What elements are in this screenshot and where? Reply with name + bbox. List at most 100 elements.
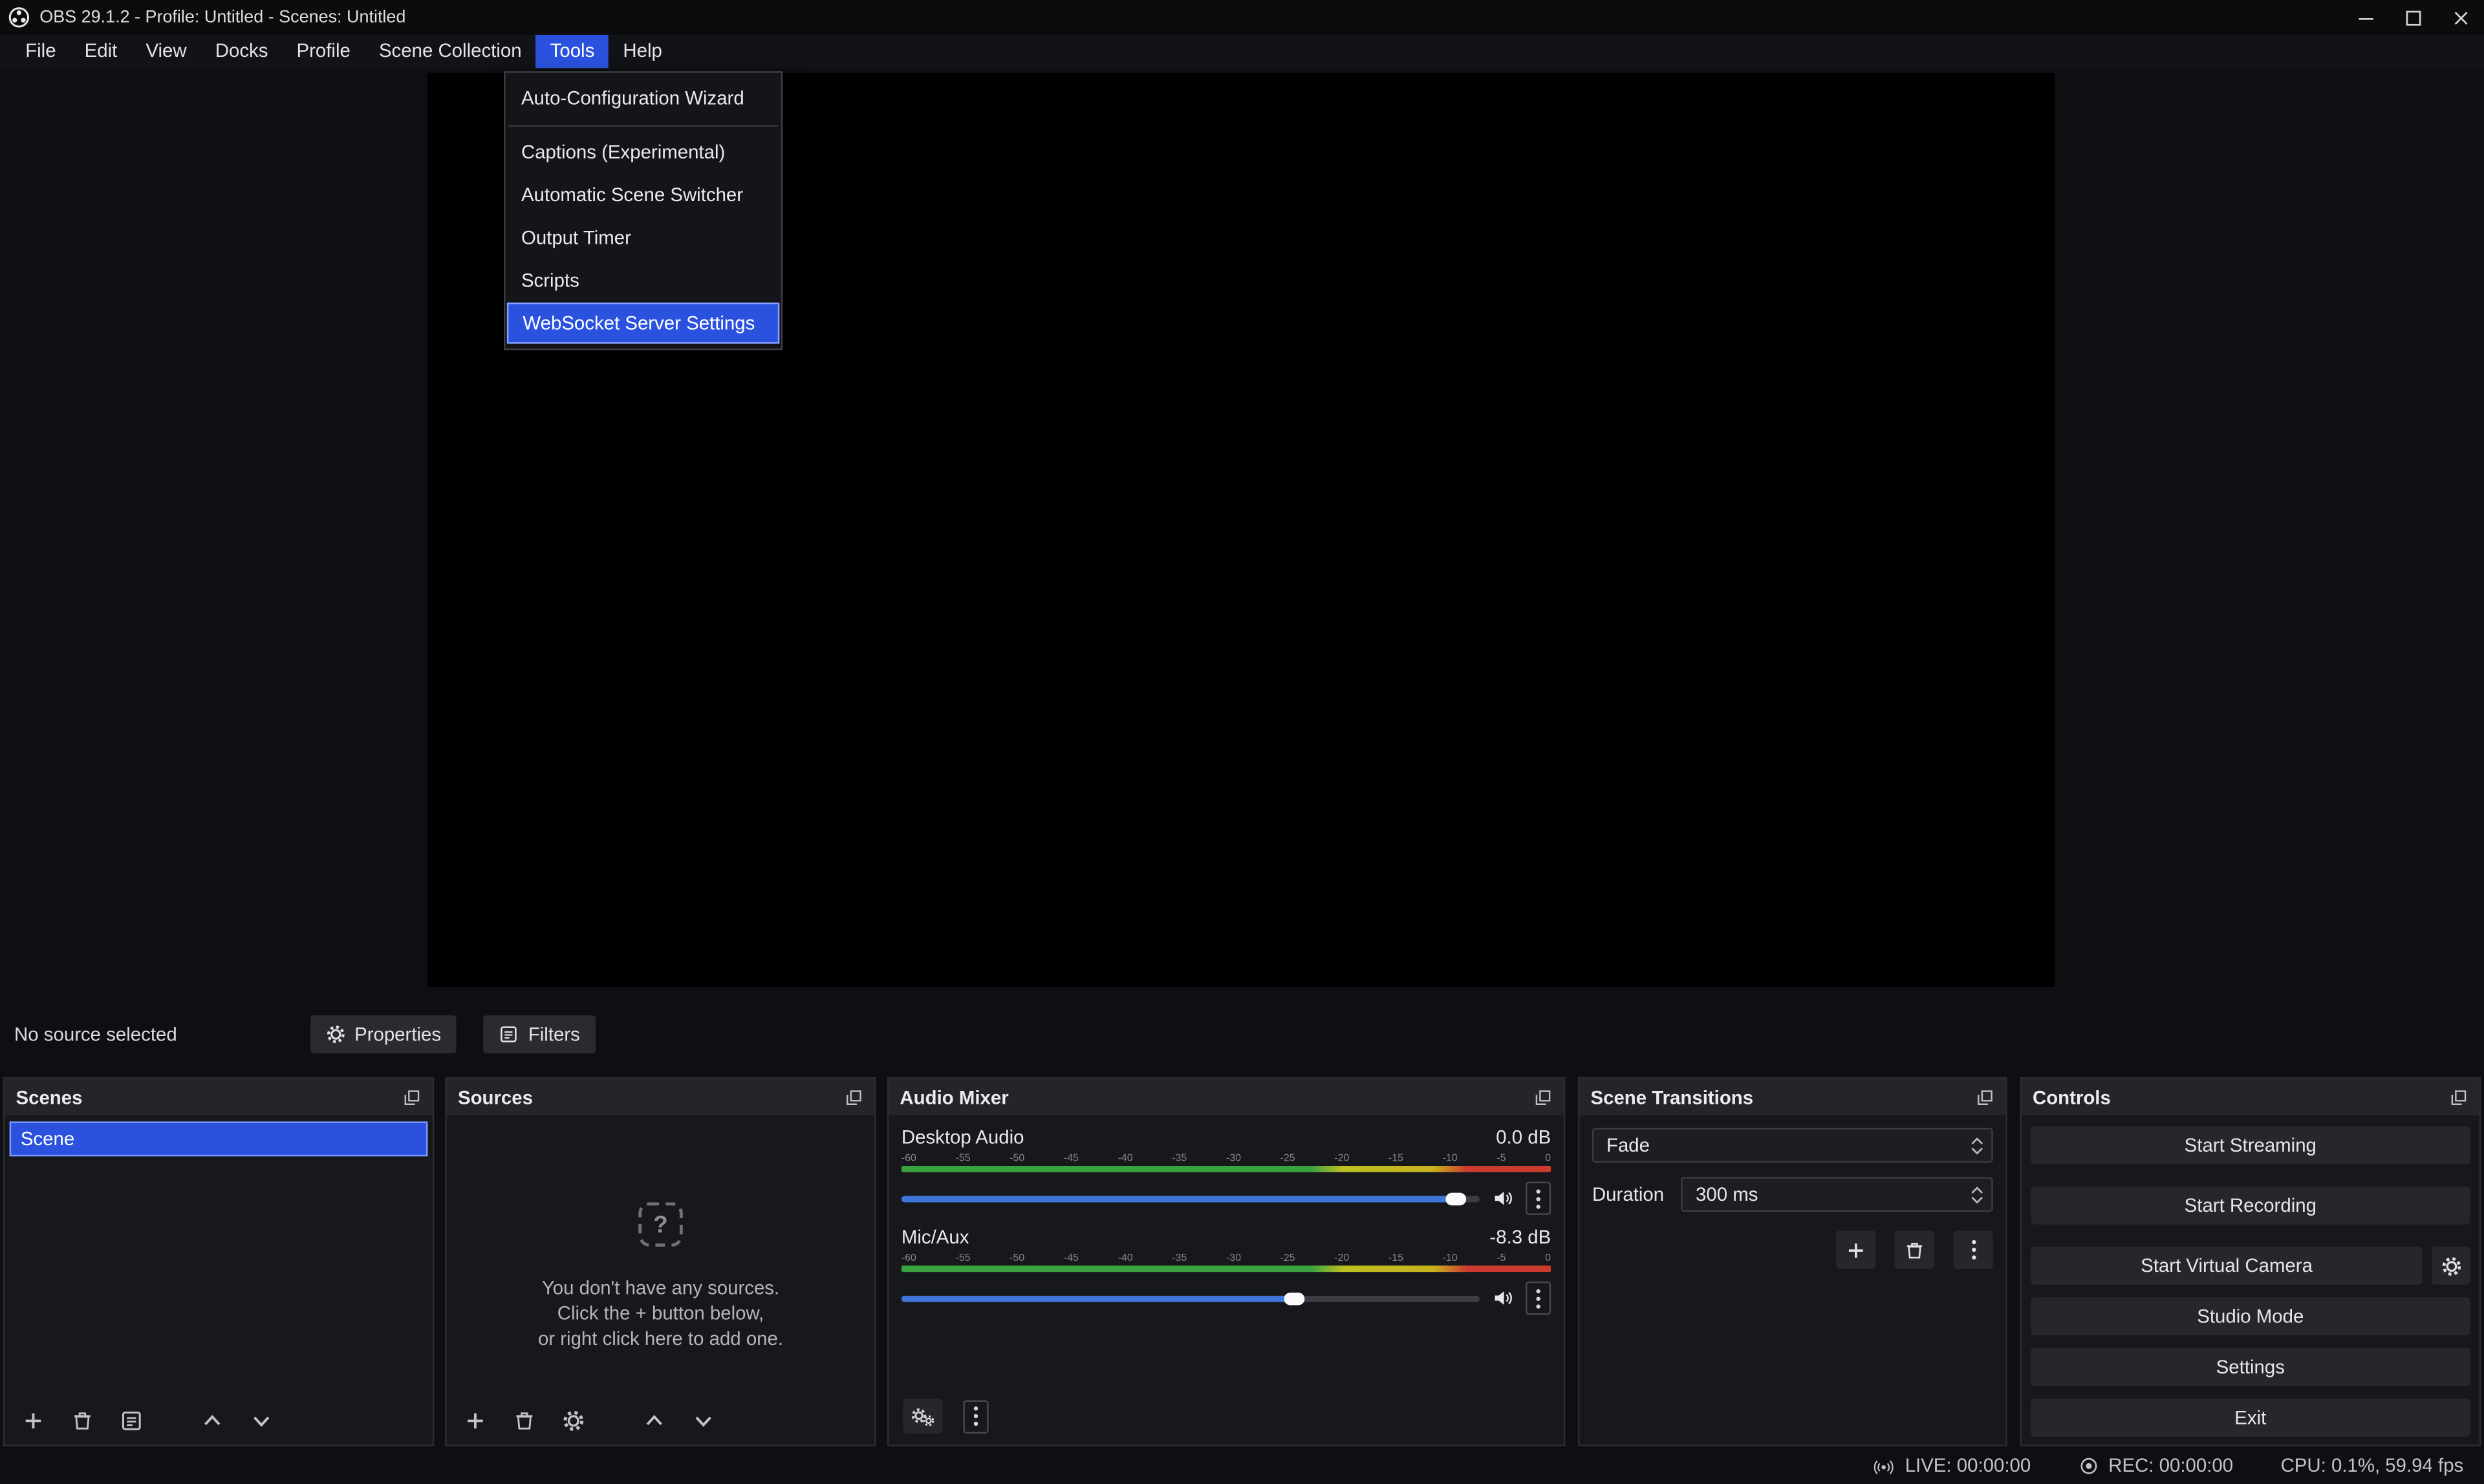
virtual-camera-config-gear-button[interactable] [2432, 1247, 2470, 1285]
exit-button[interactable]: Exit [2031, 1399, 2470, 1437]
select-spinner-icons[interactable] [1968, 1137, 1987, 1154]
properties-button[interactable]: Properties [310, 1015, 457, 1053]
close-button[interactable] [2437, 0, 2484, 35]
status-bar: LIVE: 00:00:00 REC: 00:00:00 CPU: 0.1%, … [0, 1446, 2484, 1484]
scenes-dock-header: Scenes [5, 1079, 432, 1115]
filters-button[interactable]: Filters [484, 1015, 596, 1053]
tools-menu-item-captions[interactable]: Captions (Experimental) [505, 131, 781, 174]
maximize-button[interactable] [2389, 0, 2436, 35]
menu-bar: File Edit View Docks Profile Scene Colle… [0, 35, 2484, 68]
controls-body: Start Streaming Start Recording Start Vi… [2022, 1115, 2479, 1448]
popout-icon[interactable] [1533, 1088, 1552, 1106]
sources-empty-state[interactable]: ? You don't have any sources. Click the … [447, 1115, 874, 1397]
filters-label: Filters [528, 1024, 580, 1046]
remove-transition-button[interactable] [1895, 1231, 1934, 1269]
tools-menu-item-auto-configuration-wizard[interactable]: Auto-Configuration Wizard [505, 78, 781, 120]
volume-slider[interactable] [902, 1295, 1480, 1302]
channel-level: 0.0 dB [1496, 1126, 1551, 1148]
transition-select[interactable]: Fade [1592, 1128, 1993, 1163]
popout-icon[interactable] [2449, 1088, 2468, 1106]
volume-slider-fill [902, 1195, 1456, 1201]
scenes-toolbar [5, 1397, 432, 1445]
start-recording-button[interactable]: Start Recording [2031, 1187, 2470, 1225]
volume-slider-handle[interactable] [1446, 1192, 1467, 1205]
move-scene-up-icon[interactable] [201, 1410, 223, 1432]
channel-options-kebab-icon[interactable] [1526, 1282, 1551, 1315]
add-transition-button[interactable] [1836, 1231, 1875, 1269]
sources-toolbar [447, 1397, 874, 1445]
volume-slider[interactable] [902, 1195, 1480, 1201]
popout-icon[interactable] [402, 1088, 421, 1106]
scenes-dock-title: Scenes [16, 1086, 82, 1108]
menu-docks[interactable]: Docks [201, 35, 283, 68]
scene-list-item[interactable]: Scene [10, 1121, 428, 1156]
sources-empty-text: Click the + button below, [557, 1300, 764, 1326]
tools-menu-item-automatic-scene-switcher[interactable]: Automatic Scene Switcher [505, 174, 781, 217]
volume-slider-fill [902, 1295, 1295, 1302]
sources-empty-text: or right click here to add one. [538, 1326, 783, 1351]
channel-options-kebab-icon[interactable] [1526, 1181, 1551, 1214]
menu-tools[interactable]: Tools [536, 35, 609, 68]
transition-selected-value: Fade [1606, 1134, 1650, 1156]
source-properties-gear-icon[interactable] [563, 1410, 585, 1432]
remove-scene-icon[interactable] [71, 1410, 93, 1432]
move-source-up-icon[interactable] [643, 1410, 665, 1432]
menu-scene-collection[interactable]: Scene Collection [365, 35, 536, 68]
studio-mode-button[interactable]: Studio Mode [2031, 1297, 2470, 1335]
controls-dock: Controls Start Streaming Start Recording… [2020, 1077, 2481, 1446]
no-source-selected-label: No source selected [14, 1024, 177, 1046]
cpu-fps-stats: CPU: 0.1%, 59.94 fps [2281, 1454, 2464, 1476]
tools-menu-item-scripts[interactable]: Scripts [505, 260, 781, 303]
question-ghost-icon: ? [638, 1202, 683, 1247]
spinbox-arrows[interactable] [1968, 1186, 1987, 1203]
volume-slider-handle[interactable] [1284, 1292, 1305, 1305]
mixer-toolbar [889, 1399, 1564, 1445]
menu-file[interactable]: File [11, 35, 70, 68]
popout-icon[interactable] [1976, 1088, 1994, 1106]
scene-list: Scene [5, 1115, 432, 1163]
duration-value: 300 ms [1696, 1183, 1758, 1205]
sources-empty-text: You don't have any sources. [542, 1275, 779, 1300]
move-scene-down-icon[interactable] [250, 1410, 272, 1432]
menu-help[interactable]: Help [609, 35, 676, 68]
live-status: LIVE: 00:00:00 [1874, 1454, 2031, 1476]
volume-meter [902, 1265, 1551, 1272]
add-scene-icon[interactable] [22, 1410, 44, 1432]
scene-filters-icon[interactable] [120, 1410, 142, 1432]
settings-button[interactable]: Settings [2031, 1348, 2470, 1386]
volume-meter [902, 1166, 1551, 1172]
start-virtual-camera-button[interactable]: Start Virtual Camera [2031, 1247, 2423, 1285]
tools-menu-item-websocket-server-settings[interactable]: WebSocket Server Settings [507, 303, 779, 344]
rec-timer: REC: 00:00:00 [2108, 1454, 2233, 1476]
broadcast-icon [1874, 1455, 1895, 1476]
mixer-options-kebab-icon[interactable] [963, 1399, 988, 1432]
tools-dropdown-menu: Auto-Configuration Wizard Captions (Expe… [504, 71, 783, 350]
duration-spinbox[interactable]: 300 ms [1681, 1177, 1993, 1212]
controls-dock-title: Controls [2033, 1086, 2111, 1108]
audio-mixer-dock-header: Audio Mixer [889, 1079, 1564, 1115]
window-title: OBS 29.1.2 - Profile: Untitled - Scenes:… [39, 8, 405, 27]
speaker-icon[interactable] [1493, 1288, 1513, 1309]
remove-source-icon[interactable] [513, 1410, 535, 1432]
audio-mixer-dock-title: Audio Mixer [900, 1086, 1008, 1108]
add-source-icon[interactable] [464, 1410, 486, 1432]
titlebar: OBS 29.1.2 - Profile: Untitled - Scenes:… [0, 0, 2484, 35]
sources-dock-title: Sources [458, 1086, 533, 1108]
speaker-icon[interactable] [1493, 1188, 1513, 1209]
move-source-down-icon[interactable] [693, 1410, 715, 1432]
mixer-channel-mic-aux: Mic/Aux -8.3 dB -60-55-50-45-40-35-30-25… [902, 1226, 1551, 1315]
popout-icon[interactable] [845, 1088, 863, 1106]
menu-view[interactable]: View [131, 35, 200, 68]
properties-label: Properties [354, 1024, 441, 1046]
performance-stats: CPU: 0.1%, 59.94 fps [2281, 1454, 2464, 1476]
minimize-button[interactable] [2342, 0, 2389, 35]
menu-edit[interactable]: Edit [70, 35, 132, 68]
obs-logo-icon [8, 6, 30, 28]
start-streaming-button[interactable]: Start Streaming [2031, 1126, 2470, 1165]
menu-profile[interactable]: Profile [282, 35, 364, 68]
record-icon [2079, 1455, 2099, 1476]
tools-menu-item-output-timer[interactable]: Output Timer [505, 217, 781, 260]
source-toolbar: No source selected Properties Filters [0, 1014, 2484, 1055]
transition-options-kebab-button[interactable] [1953, 1231, 1993, 1269]
advanced-audio-properties-icon[interactable] [903, 1399, 942, 1434]
